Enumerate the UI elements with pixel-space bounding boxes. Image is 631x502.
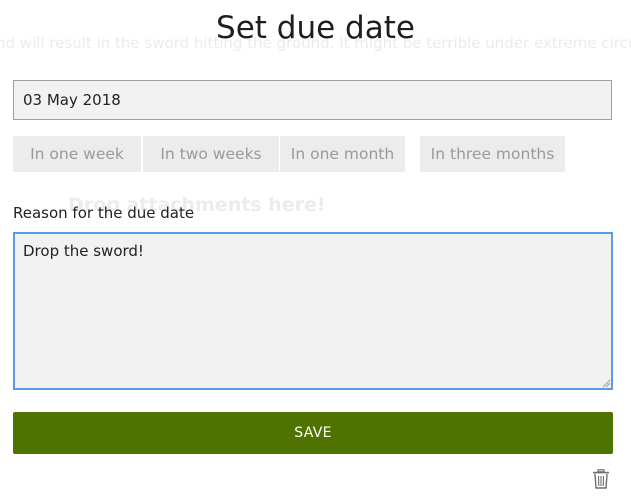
save-button[interactable]: SAVE bbox=[13, 412, 613, 454]
in-one-month-button[interactable]: In one month bbox=[280, 136, 405, 172]
dialog-title: Set due date bbox=[216, 10, 415, 46]
in-three-months-button[interactable]: In three months bbox=[420, 136, 565, 172]
in-two-weeks-button[interactable]: In two weeks bbox=[143, 136, 279, 172]
due-date-input[interactable] bbox=[13, 80, 612, 120]
trash-icon[interactable] bbox=[592, 469, 610, 489]
resize-grip-icon[interactable] bbox=[601, 378, 611, 388]
in-one-week-button[interactable]: In one week bbox=[13, 136, 141, 172]
reason-textarea[interactable]: Drop the sword! bbox=[13, 232, 613, 390]
due-date-dialog: nd will result in the sword hitting the … bbox=[0, 0, 631, 502]
reason-label: Reason for the due date bbox=[13, 204, 195, 222]
